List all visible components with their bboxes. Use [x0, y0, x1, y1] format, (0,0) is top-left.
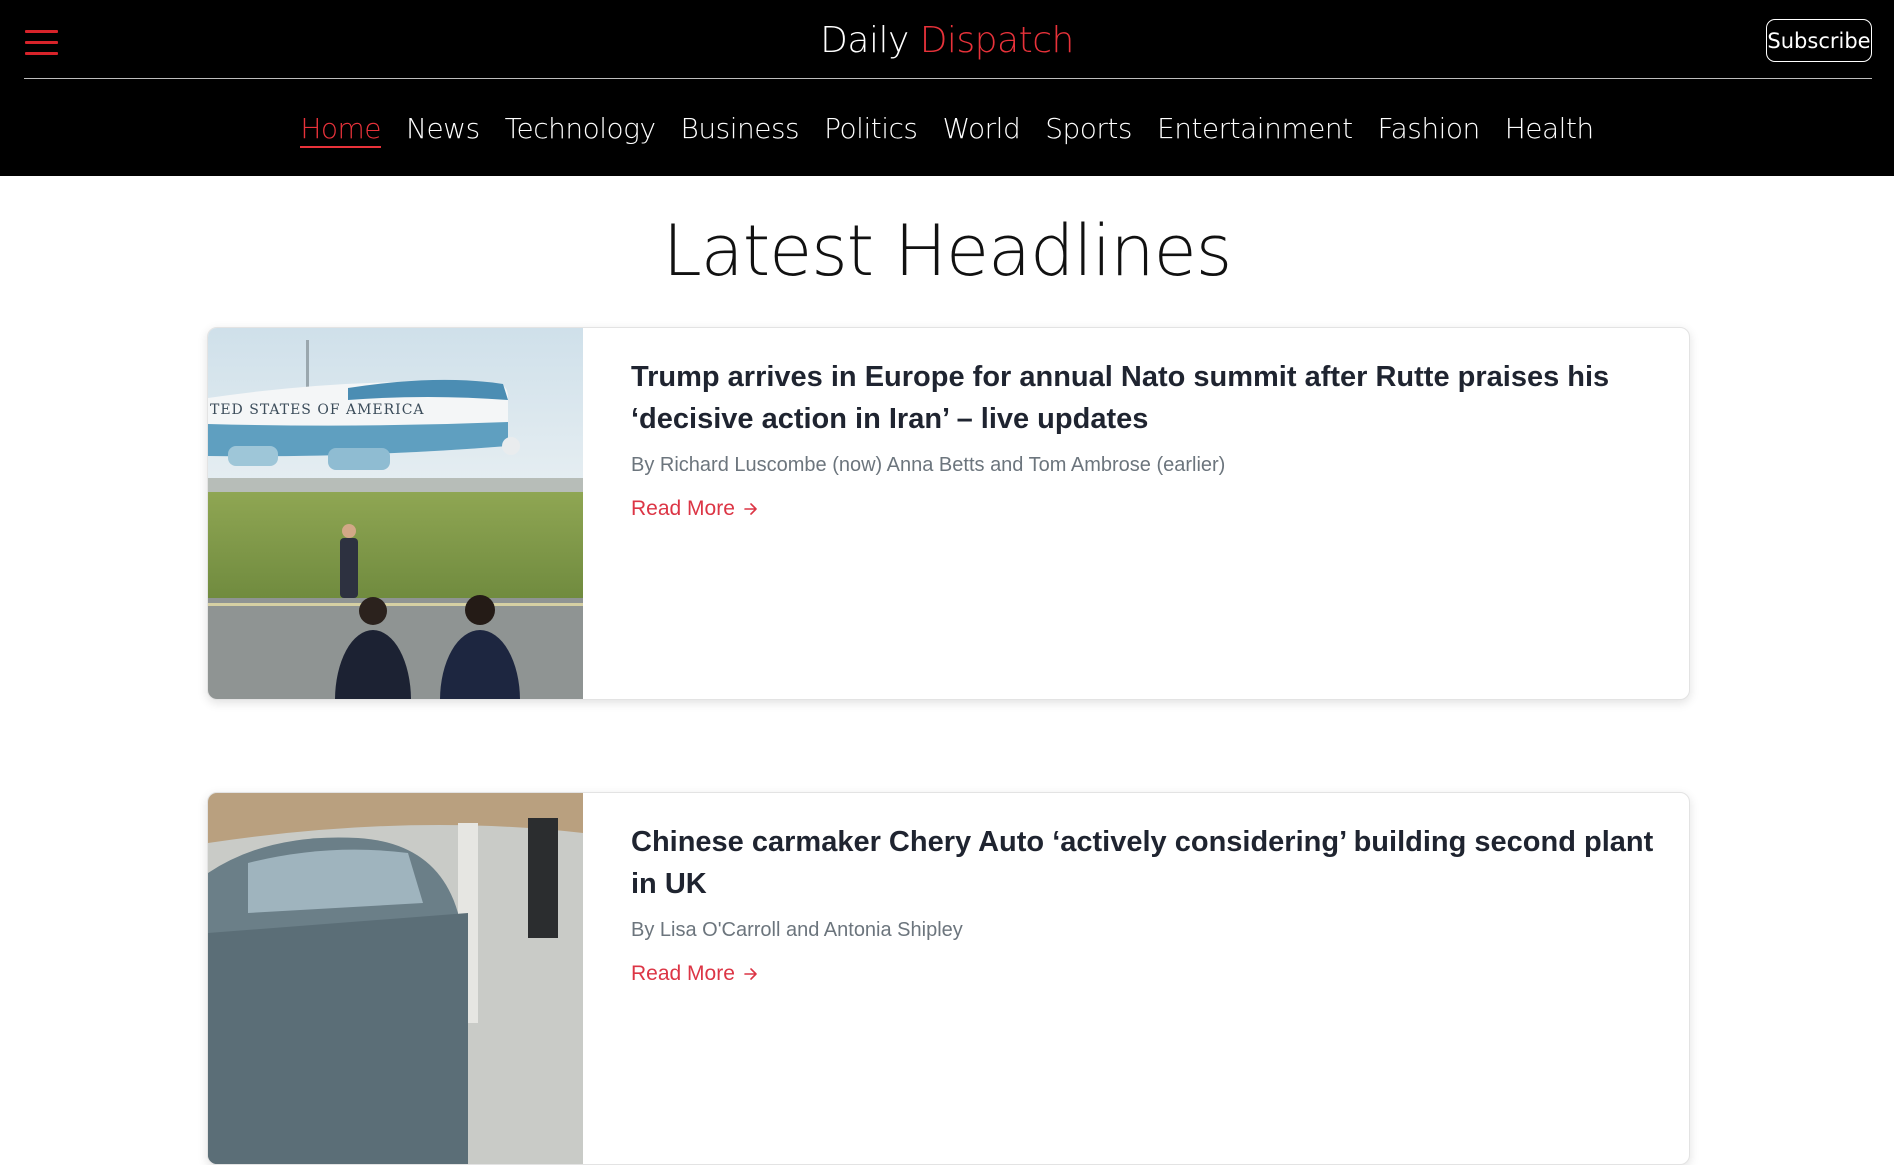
nav-item-news[interactable]: News: [406, 112, 480, 148]
nav-item-health[interactable]: Health: [1505, 112, 1594, 148]
main-nav: Home News Technology Business Politics W…: [0, 112, 1894, 148]
article-card: TED STATES OF AMERICA Trump arrives in E…: [207, 327, 1690, 700]
nav-item-home[interactable]: Home: [300, 112, 381, 148]
read-more-label: Read More: [631, 962, 735, 985]
nav-item-entertainment[interactable]: Entertainment: [1157, 112, 1353, 148]
article-body: Chinese carmaker Chery Auto ‘actively co…: [631, 821, 1671, 986]
article-image[interactable]: TED STATES OF AMERICA: [208, 328, 583, 699]
arrow-right-icon: [744, 968, 757, 980]
article-image[interactable]: [208, 793, 583, 1164]
page-title: Latest Headlines: [662, 210, 1232, 292]
site-header: Daily Dispatch Subscribe Home News Techn…: [0, 0, 1894, 176]
nav-item-business[interactable]: Business: [681, 112, 800, 148]
car-image: [208, 793, 583, 1164]
brand-accent: Dispatch: [919, 20, 1075, 61]
subscribe-button[interactable]: Subscribe: [1766, 19, 1872, 62]
article-author: By Richard Luscombe (now) Anna Betts and…: [631, 454, 1226, 476]
nav-item-fashion[interactable]: Fashion: [1378, 112, 1481, 148]
brand-primary: Daily: [820, 20, 909, 61]
article-title[interactable]: Chinese carmaker Chery Auto ‘actively co…: [631, 821, 1671, 905]
nav-item-technology[interactable]: Technology: [505, 112, 656, 148]
read-more-link[interactable]: Read More: [631, 497, 759, 521]
article-card: Chinese carmaker Chery Auto ‘actively co…: [207, 792, 1690, 1165]
nav-item-politics[interactable]: Politics: [824, 112, 918, 148]
read-more-label: Read More: [631, 497, 735, 520]
airplane-tarmac-image: TED STATES OF AMERICA: [208, 328, 583, 699]
nav-item-world[interactable]: World: [942, 112, 1020, 148]
nav-item-sports[interactable]: Sports: [1045, 112, 1132, 148]
site-brand[interactable]: Daily Dispatch: [0, 20, 1894, 61]
header-divider: [24, 78, 1872, 79]
article-title[interactable]: Trump arrives in Europe for annual Nato …: [631, 356, 1671, 440]
svg-text:TED STATES OF AMERICA: TED STATES OF AMERICA: [210, 402, 425, 418]
arrow-right-icon: [744, 503, 757, 515]
read-more-link[interactable]: Read More: [631, 962, 759, 986]
article-body: Trump arrives in Europe for annual Nato …: [631, 356, 1671, 521]
article-author: By Lisa O'Carroll and Antonia Shipley: [631, 919, 963, 941]
